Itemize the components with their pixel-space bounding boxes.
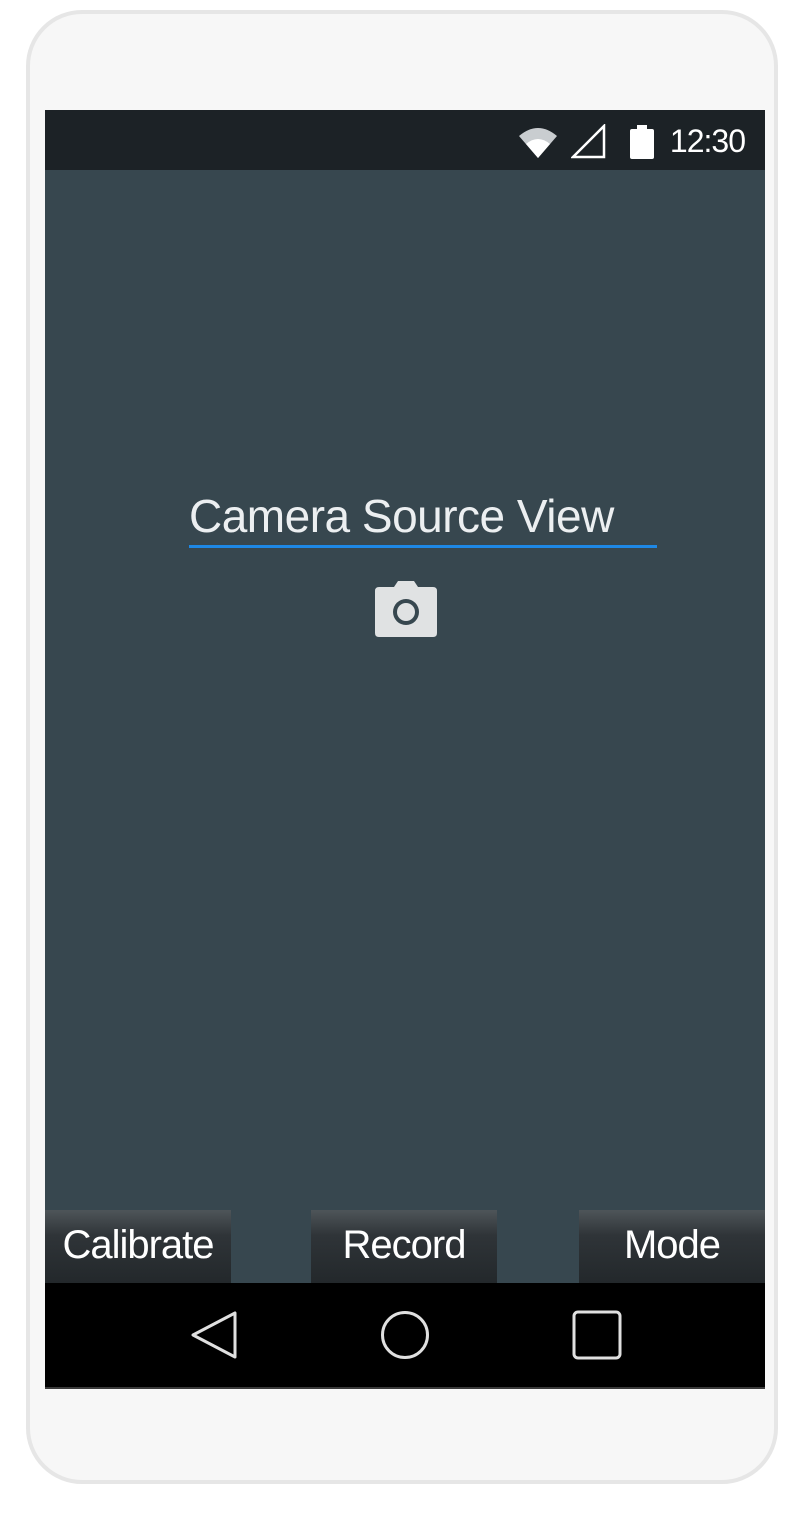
status-bar: 12:30 [45, 110, 765, 170]
status-clock: 12:30 [669, 123, 746, 159]
battery-icon [629, 124, 655, 165]
camera-source-title[interactable]: Camera Source View [189, 484, 657, 548]
back-icon[interactable] [189, 1309, 239, 1366]
wifi-icon [517, 124, 559, 165]
recents-icon[interactable] [571, 1309, 623, 1366]
navigation-bar [45, 1283, 765, 1389]
phone-screen: 12:30 Camera Source View Calibrate Recor… [45, 110, 765, 1389]
mode-button[interactable]: Mode [579, 1210, 765, 1283]
cell-signal-icon [569, 122, 607, 165]
record-button[interactable]: Record [311, 1210, 497, 1283]
camera-icon[interactable] [375, 581, 437, 642]
home-icon[interactable] [379, 1309, 431, 1366]
calibrate-button[interactable]: Calibrate [45, 1210, 231, 1283]
